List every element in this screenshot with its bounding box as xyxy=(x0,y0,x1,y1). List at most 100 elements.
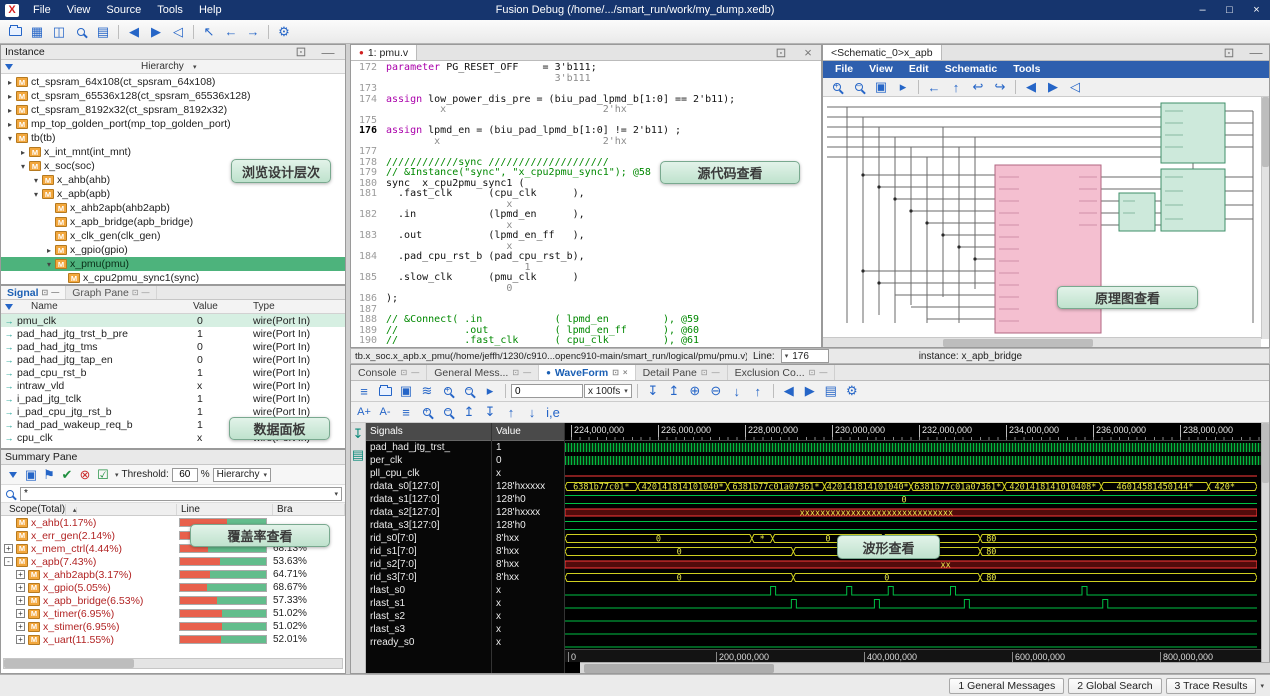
undo-icon[interactable]: ↩ xyxy=(968,78,988,96)
play-back-icon[interactable]: ◀ xyxy=(780,382,798,400)
scope-search-input[interactable] xyxy=(24,488,334,499)
time-scale-select[interactable]: x 100fs▾ xyxy=(584,384,632,398)
instance-tree-item-x-ahb2apb[interactable]: Mx_ahb2apb(ahb2apb) xyxy=(1,201,345,215)
expand-box-icon[interactable]: + xyxy=(16,596,25,605)
signal-row-pmu-clk[interactable]: →pmu_clk0wire(Port In) xyxy=(1,314,345,327)
goto-start-icon[interactable]: ↥ xyxy=(460,403,478,421)
line-number[interactable]: 176 xyxy=(351,126,377,137)
instance-tree-item-x-apb[interactable]: ▾Mx_apb(apb) xyxy=(1,187,345,201)
instance-tree-item-x-clk-gen[interactable]: Mx_clk_gen(clk_gen) xyxy=(1,229,345,243)
ie-icon[interactable]: i,e xyxy=(544,403,562,421)
pan-left-icon[interactable]: ← xyxy=(924,78,944,96)
close-pane-icon[interactable]: × xyxy=(798,44,818,62)
forward-icon[interactable]: ▶ xyxy=(146,23,166,41)
wave-signal-name[interactable]: rid_s0[7:0] xyxy=(366,532,491,545)
minimize-button[interactable]: – xyxy=(1189,0,1216,20)
settings-gear-icon[interactable]: ⚙ xyxy=(843,382,861,400)
menu-tools[interactable]: Tools xyxy=(149,0,191,20)
expand-arrow-icon[interactable]: ▸ xyxy=(5,120,15,129)
tab-exclusion-co[interactable]: Exclusion Co...⊡— xyxy=(728,365,836,380)
status-more-caret-icon[interactable]: ▾ xyxy=(1260,682,1264,690)
wave-signal-name[interactable]: rid_s3[7:0] xyxy=(366,571,491,584)
pointer-icon[interactable]: ▸ xyxy=(893,78,913,96)
summary-col-line[interactable]: Line xyxy=(177,504,273,515)
line-number[interactable]: 190 xyxy=(351,336,377,347)
expand-arrow-icon[interactable]: ▸ xyxy=(18,148,28,157)
instance-tree-item-x-gpio[interactable]: ▸Mx_gpio(gpio) xyxy=(1,243,345,257)
line-number[interactable]: 185 xyxy=(351,273,377,284)
select-cursor-icon[interactable]: ▸ xyxy=(481,382,499,400)
font-increase-icon[interactable]: A+ xyxy=(355,403,373,421)
schematic-hscroll-thumb[interactable] xyxy=(943,339,1093,347)
schematic-menu-edit[interactable]: Edit xyxy=(901,61,937,78)
error-icon[interactable]: ⊗ xyxy=(77,466,93,484)
schematic-menu-tools[interactable]: Tools xyxy=(1005,61,1048,78)
expand-arrow-icon[interactable]: ▸ xyxy=(5,78,15,87)
signal-row-pad-had-jtg-trst-b-pre[interactable]: →pad_had_jtg_trst_b_pre1wire(Port In) xyxy=(1,327,345,340)
instance-column-header[interactable]: Hierarchy ▾ xyxy=(1,60,345,74)
code-editor[interactable]: 172parameter PG_RESET_OFF = 3'b111; 3'b1… xyxy=(351,61,821,347)
minimize-pane-icon[interactable]: — xyxy=(523,368,531,377)
waveform-hscroll-thumb[interactable] xyxy=(584,664,774,673)
minimize-pane-icon[interactable]: — xyxy=(1246,44,1266,62)
zoom-out-icon[interactable] xyxy=(460,382,478,400)
pan-up-icon[interactable]: ↑ xyxy=(946,78,966,96)
next-marker-icon[interactable]: ↓ xyxy=(523,403,541,421)
wave-row-rlast-s1[interactable] xyxy=(565,597,1261,610)
tab-console[interactable]: Console⊡— xyxy=(351,365,427,380)
waveform-vscrollbar[interactable] xyxy=(1261,423,1269,673)
instance-tree-item-tb[interactable]: ▾Mtb(tb) xyxy=(1,131,345,145)
instance-tree-item-ct-spsram-8192x32[interactable]: ▸Mct_spsram_8192x32(ct_spsram_8192x32) xyxy=(1,103,345,117)
zoom-fit-icon[interactable]: ⊕ xyxy=(686,382,704,400)
split-window-icon[interactable]: ◫ xyxy=(49,23,69,41)
wave-signal-name[interactable]: rdata_s1[127:0] xyxy=(366,493,491,506)
float-pane-icon[interactable]: ⊡ xyxy=(1219,44,1239,62)
summary-hscroll-thumb[interactable] xyxy=(4,659,134,668)
waveform-overview-bar[interactable]: 0200,000,000400,000,000600,000,000800,00… xyxy=(565,649,1261,662)
tile-windows-icon[interactable]: ▦ xyxy=(27,23,47,41)
schematic-vscroll-thumb[interactable] xyxy=(1262,97,1269,167)
wave-signal-name[interactable]: pll_cpu_clk xyxy=(366,467,491,480)
waveform-time-ruler[interactable]: 224,000,000226,000,000228,000,000230,000… xyxy=(565,423,1261,441)
summary-col-scope[interactable]: Scope(Total) ▴ xyxy=(1,504,177,515)
coverage-row-x-apb[interactable]: -Mx_apb(7.43%)53.63% xyxy=(1,555,345,568)
float-pane-icon[interactable]: ⊡ xyxy=(701,368,708,377)
wave-signal-name[interactable]: rlast_s0 xyxy=(366,584,491,597)
minimize-pane-icon[interactable]: — xyxy=(712,368,720,377)
summary-column-header[interactable]: Scope(Total) ▴ Line Bra xyxy=(1,503,345,516)
line-number[interactable]: 174 xyxy=(351,95,377,106)
goto-end-icon[interactable]: ↧ xyxy=(481,403,499,421)
waveform-hscrollbar[interactable] xyxy=(580,662,1270,673)
float-pane-icon[interactable]: ⊡ xyxy=(132,288,139,297)
expand-box-icon[interactable]: + xyxy=(16,609,25,618)
trace-forward-icon[interactable]: ▶ xyxy=(1043,78,1063,96)
wave-signal-name[interactable]: rid_s2[7:0] xyxy=(366,558,491,571)
float-pane-icon[interactable]: ⊡ xyxy=(771,44,791,62)
zoom-out-icon[interactable] xyxy=(849,78,869,96)
signal-column-header[interactable]: Name Value Type xyxy=(1,300,345,314)
font-decrease-icon[interactable]: A- xyxy=(376,403,394,421)
schematic-menu-file[interactable]: File xyxy=(827,61,861,78)
scope-search-select[interactable]: ▾ xyxy=(20,487,342,501)
expand-box-icon[interactable]: + xyxy=(16,570,25,579)
schematic-block-green-b[interactable] xyxy=(1161,169,1225,231)
schematic-block-green-a[interactable] xyxy=(1161,103,1225,163)
nav-left-icon[interactable]: ← xyxy=(221,23,241,41)
trace-back-icon[interactable]: ◀ xyxy=(1021,78,1041,96)
wave-signal-name[interactable]: rlast_s1 xyxy=(366,597,491,610)
statusbar-2-global-search[interactable]: 2 Global Search xyxy=(1068,678,1161,694)
report-icon[interactable]: ▤ xyxy=(822,382,840,400)
coverage-row-x-apb-bridge[interactable]: +Mx_apb_bridge(6.53%)57.33% xyxy=(1,594,345,607)
open-file-icon[interactable] xyxy=(376,382,394,400)
threshold-caret-icon[interactable]: ▾ xyxy=(115,471,119,479)
signal-col-name[interactable]: Name xyxy=(31,301,58,312)
collapse-arrow-icon[interactable]: ▾ xyxy=(31,190,41,199)
instance-tree-item-x-pmu[interactable]: ▾Mx_pmu(pmu) xyxy=(1,257,345,271)
schematic-menu-schematic[interactable]: Schematic xyxy=(937,61,1006,78)
float-pane-icon[interactable]: ⊡ xyxy=(291,43,311,61)
summary-col-branch[interactable]: Bra xyxy=(273,504,345,515)
wave-signal-name[interactable]: rdata_s2[127:0] xyxy=(366,506,491,519)
grid-icon[interactable]: ▤ xyxy=(348,446,368,464)
wave-signal-name[interactable]: pad_had_jtg_trst_ xyxy=(366,441,491,454)
filter-icon[interactable] xyxy=(5,466,21,484)
